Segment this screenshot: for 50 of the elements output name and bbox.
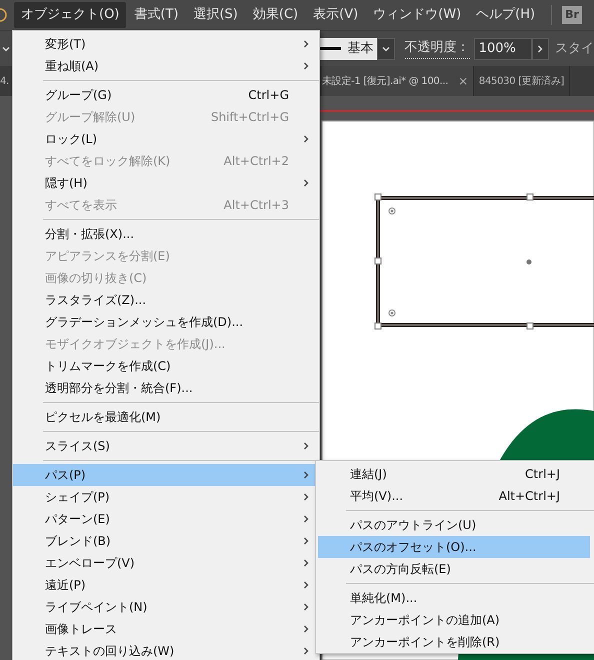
chevron-right-icon [536,44,544,52]
tab-title: 4. [0,74,9,88]
tab-title: 未設定-1 [復元].ai* @ 100... [322,74,448,88]
stroke-profile-label: 基本 [347,40,374,58]
menu-item[interactable]: パスのアウトライン(U) [318,514,590,536]
menu-item[interactable]: トリムマークを作成(C) [13,355,319,377]
chevron-down-icon [382,44,390,52]
menu-item[interactable]: 効果(C) [246,2,306,28]
menu-item[interactable]: 分割・拡張(X)... [13,223,319,245]
dropdown-button[interactable] [377,38,395,60]
menu-item[interactable]: グラデーションメッシュを作成(D)... [13,311,319,333]
menu-item[interactable]: ウィンドウ(W) [366,2,468,28]
menu-item[interactable]: アンカーポイントを削除(R) [318,631,590,653]
style-label: スタイ [554,40,594,58]
opacity-arrow-button[interactable] [532,38,549,60]
menu-item[interactable]: グループ(G) Ctrl+G [13,84,319,106]
menu-item[interactable]: パスの方向反転(E) [318,558,590,580]
menu-item[interactable]: パターン(E) [13,508,319,530]
menu-item[interactable]: ライブペイント(N) [13,596,319,618]
app-icon[interactable] [0,7,8,23]
opacity-field[interactable]: 100% [474,38,532,60]
tab-title: 845030 [更新済み] [478,74,564,88]
menu-item[interactable]: 選択(S) [186,2,245,28]
menu-item[interactable]: 隠す(H) [13,172,319,194]
menu-item[interactable]: オブジェクト(O) [14,2,126,28]
menu-item[interactable]: パスのオフセット(O)... [318,536,590,558]
close-icon[interactable]: × [458,72,468,90]
menu-item[interactable]: ブレンド(B) [13,530,319,552]
menu-item[interactable]: スライス(S) [13,435,319,457]
menu-item[interactable]: 書式(T) [127,2,186,28]
opacity-label[interactable]: 不透明度： [404,38,470,59]
menu-item[interactable]: アンカーポイントの追加(A) [318,609,590,631]
menu-item[interactable]: 画像トレース [13,618,319,640]
bridge-button[interactable]: Br [562,6,582,24]
document-tab[interactable]: 845030 [更新済み] [474,66,570,96]
menu-item[interactable]: エンベロープ(V) [13,552,319,574]
menu-item[interactable]: テキストの回り込み(W) [13,640,319,660]
menu-item[interactable]: 平均(V)... Alt+Ctrl+J [318,485,590,507]
menu-item[interactable]: シェイプ(P) [13,486,319,508]
document-tab[interactable]: 未設定-1 [復元].ai* @ 100... × [322,66,474,96]
menu-item[interactable]: ロック(L) [13,128,319,150]
menu-item[interactable]: 単純化(M)... [318,587,590,609]
menu-item[interactable]: 連結(J) Ctrl+J [318,463,590,485]
menu-item[interactable]: ピクセルを最適化(M) [13,406,319,428]
menu-item[interactable]: 表示(V) [306,2,366,28]
menu-item[interactable]: 透明部分を分割・統合(F)... [13,377,319,399]
menu-item[interactable]: ラスタライズ(Z)... [13,289,319,311]
menu-item[interactable]: ヘルプ(H) [469,2,542,28]
chevron-down-icon [2,44,10,52]
menu-item[interactable]: 遠近(P) [13,574,319,596]
